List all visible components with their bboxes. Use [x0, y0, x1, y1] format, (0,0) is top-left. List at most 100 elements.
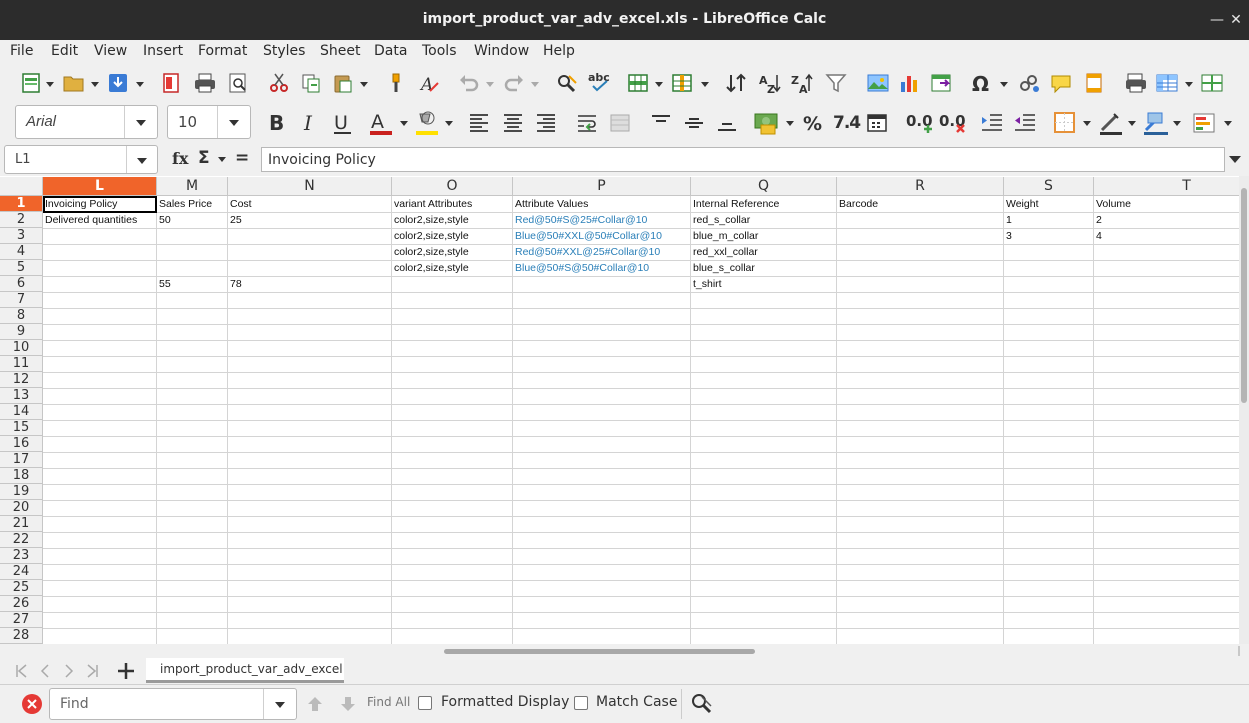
- new-spreadsheet-icon[interactable]: [20, 72, 42, 94]
- sum-icon[interactable]: Σ: [198, 148, 210, 168]
- menu-file[interactable]: File: [10, 43, 33, 59]
- open-folder-icon[interactable]: [62, 72, 86, 94]
- column-header-t[interactable]: T: [1094, 177, 1249, 196]
- row-header-22[interactable]: 22: [0, 532, 43, 548]
- cell-s2[interactable]: 1: [1004, 212, 1093, 228]
- align-left-icon[interactable]: [468, 112, 490, 132]
- decrease-indent-icon[interactable]: [1013, 112, 1037, 132]
- open-dropdown-icon[interactable]: [91, 82, 99, 87]
- row-header-17[interactable]: 17: [0, 452, 43, 468]
- add-decimal-place-icon[interactable]: 0.0: [905, 110, 933, 136]
- cell-s1[interactable]: Weight: [1004, 196, 1093, 212]
- italic-icon[interactable]: I: [299, 111, 321, 135]
- cell-q6[interactable]: t_shirt: [691, 276, 836, 292]
- currency-dropdown-icon[interactable]: [786, 121, 794, 126]
- redo-dropdown-icon[interactable]: [531, 82, 539, 87]
- horizontal-scroll-thumb[interactable]: [444, 649, 755, 654]
- cell-n2[interactable]: 25: [228, 212, 391, 228]
- align-top-icon[interactable]: [650, 112, 672, 132]
- highlighting-dropdown-icon[interactable]: [445, 121, 453, 126]
- row-header-11[interactable]: 11: [0, 356, 43, 372]
- find-all-button[interactable]: Find All: [367, 695, 410, 709]
- column-header-m[interactable]: M: [157, 177, 228, 196]
- cell-o1[interactable]: variant Attributes: [392, 196, 512, 212]
- menu-edit[interactable]: Edit: [51, 43, 78, 59]
- print-preview-icon[interactable]: [227, 72, 249, 94]
- column-header-r[interactable]: R: [837, 177, 1004, 196]
- cell-p1[interactable]: Attribute Values: [513, 196, 690, 212]
- function-wizard-icon[interactable]: fx: [172, 149, 188, 168]
- first-sheet-icon[interactable]: [14, 663, 28, 679]
- undo-icon[interactable]: [458, 72, 480, 94]
- column-header-q[interactable]: Q: [691, 177, 837, 196]
- borders-icon[interactable]: [1053, 111, 1077, 135]
- cell-m1[interactable]: Sales Price: [157, 196, 227, 212]
- cell-p5[interactable]: Blue@50#S@50#Collar@10: [513, 260, 690, 276]
- borders-dropdown-icon[interactable]: [1083, 121, 1091, 126]
- save-dropdown-icon[interactable]: [136, 82, 144, 87]
- row-header-24[interactable]: 24: [0, 564, 43, 580]
- cell-m6[interactable]: 55: [157, 276, 227, 292]
- column-header-s[interactable]: S: [1004, 177, 1094, 196]
- cell-t3[interactable]: 4: [1094, 228, 1236, 244]
- row-dropdown-icon[interactable]: [655, 82, 663, 87]
- menu-styles[interactable]: Styles: [263, 43, 305, 59]
- currency-format-icon[interactable]: [753, 110, 781, 136]
- cell-o4[interactable]: color2,size,style: [392, 244, 512, 260]
- close-find-bar-icon[interactable]: [21, 693, 43, 715]
- row-header-13[interactable]: 13: [0, 388, 43, 404]
- menu-data[interactable]: Data: [374, 43, 407, 59]
- copy-icon[interactable]: [300, 72, 322, 94]
- menu-view[interactable]: View: [94, 43, 127, 59]
- cell-q3[interactable]: blue_m_collar: [691, 228, 836, 244]
- column-header-n[interactable]: N: [228, 177, 392, 196]
- menu-insert[interactable]: Insert: [143, 43, 183, 59]
- number-format-button[interactable]: 7.4: [833, 113, 861, 133]
- cell-r2[interactable]: [837, 212, 1003, 228]
- hyperlink-icon[interactable]: [1017, 72, 1041, 94]
- pivot-table-icon[interactable]: [930, 72, 954, 94]
- cell-p2[interactable]: Red@50#S@25#Collar@10: [513, 212, 690, 228]
- row-header-6[interactable]: 6: [0, 276, 43, 292]
- border-color-dropdown-icon[interactable]: [1173, 121, 1181, 126]
- row-header-2[interactable]: 2: [0, 212, 43, 228]
- cell-r1[interactable]: Barcode: [837, 196, 1003, 212]
- vertical-scroll-thumb[interactable]: [1241, 188, 1247, 403]
- align-bottom-icon[interactable]: [716, 112, 738, 132]
- find-input[interactable]: Find: [49, 688, 297, 720]
- row-header-10[interactable]: 10: [0, 340, 43, 356]
- freeze-rows-columns-icon[interactable]: [1155, 72, 1179, 94]
- find-next-icon[interactable]: [338, 695, 358, 713]
- row-header-15[interactable]: 15: [0, 420, 43, 436]
- row-icon[interactable]: [627, 72, 649, 94]
- conditional-format-icon[interactable]: [1192, 111, 1218, 135]
- sort-ascending-icon[interactable]: AZ: [758, 72, 782, 94]
- menu-format[interactable]: Format: [198, 43, 247, 59]
- last-sheet-icon[interactable]: [86, 663, 100, 679]
- row-header-3[interactable]: 3: [0, 228, 43, 244]
- border-style-icon[interactable]: [1098, 110, 1124, 136]
- conditional-format-dropdown-icon[interactable]: [1224, 121, 1232, 126]
- previous-sheet-icon[interactable]: [38, 663, 52, 679]
- name-box-dropdown-icon[interactable]: [126, 146, 157, 173]
- font-size-dropdown-icon[interactable]: [217, 106, 250, 138]
- find-history-dropdown-icon[interactable]: [263, 689, 296, 719]
- name-box[interactable]: L1: [4, 145, 158, 174]
- row-header-16[interactable]: 16: [0, 436, 43, 452]
- row-header-21[interactable]: 21: [0, 516, 43, 532]
- sort-icon[interactable]: [725, 72, 747, 94]
- column-header-l[interactable]: L: [43, 177, 157, 196]
- row-header-9[interactable]: 9: [0, 324, 43, 340]
- cell-q2[interactable]: red_s_collar: [691, 212, 836, 228]
- sum-dropdown-icon[interactable]: [218, 157, 226, 162]
- expand-formula-bar-icon[interactable]: [1229, 156, 1241, 163]
- wrap-text-icon[interactable]: [576, 112, 600, 134]
- bold-icon[interactable]: B: [266, 111, 288, 135]
- row-header-8[interactable]: 8: [0, 308, 43, 324]
- headers-footers-icon[interactable]: [1083, 72, 1105, 94]
- cell-l2[interactable]: Delivered quantities: [43, 212, 157, 228]
- add-sheet-icon[interactable]: [117, 662, 135, 680]
- cell-q4[interactable]: red_xxl_collar: [691, 244, 836, 260]
- menu-tools[interactable]: Tools: [422, 43, 457, 59]
- column-header-p[interactable]: P: [513, 177, 691, 196]
